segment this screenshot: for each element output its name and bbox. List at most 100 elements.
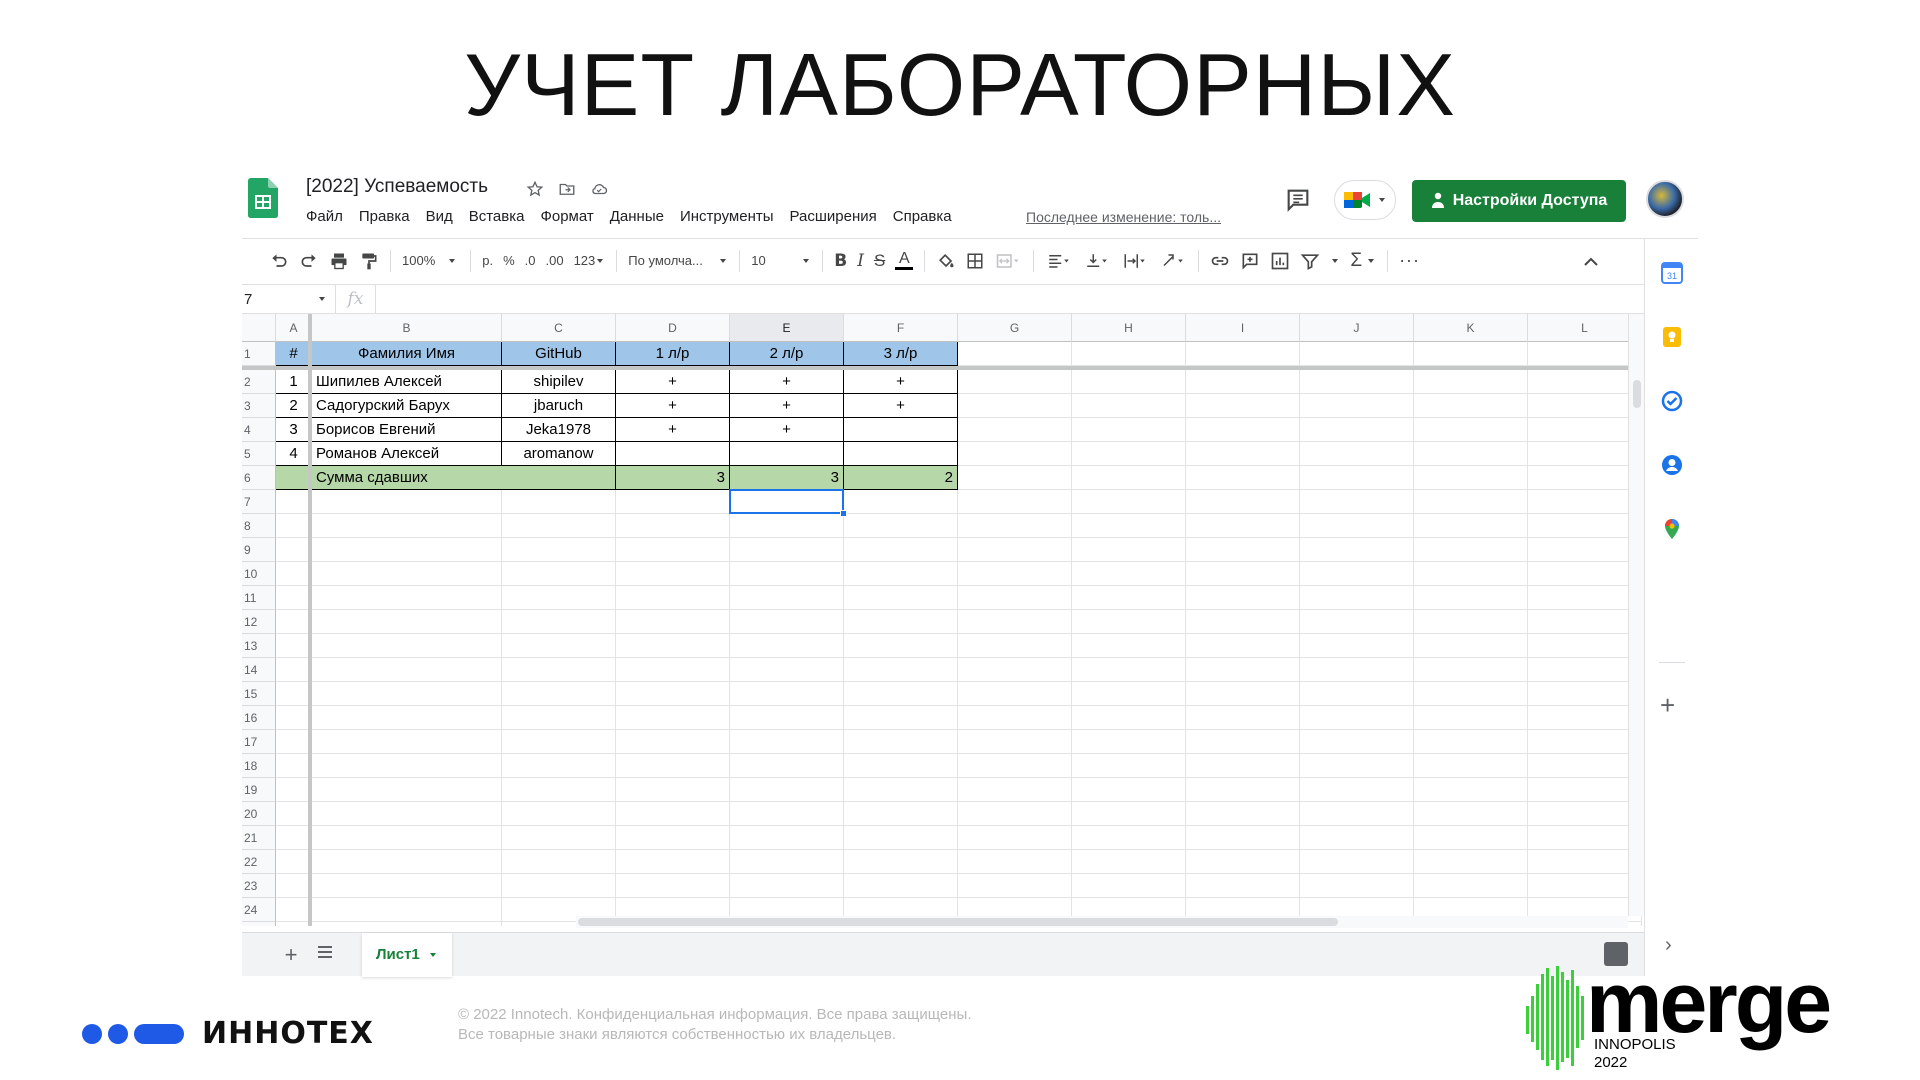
grid-cell[interactable] xyxy=(1186,610,1300,634)
grid-cell[interactable] xyxy=(1528,442,1642,466)
grid-cell[interactable] xyxy=(1072,754,1186,778)
rotate-icon[interactable] xyxy=(1154,246,1192,276)
paint-format-icon[interactable] xyxy=(354,246,384,276)
table-header-cell[interactable]: GitHub xyxy=(502,342,616,366)
grid-cell[interactable] xyxy=(730,514,844,538)
grid-cell[interactable] xyxy=(312,658,502,682)
chart-icon[interactable] xyxy=(1265,246,1295,276)
grid-cell[interactable] xyxy=(312,562,502,586)
lab-status-cell[interactable] xyxy=(844,418,958,442)
grid-cell[interactable] xyxy=(844,682,958,706)
grid-cell[interactable] xyxy=(1072,778,1186,802)
grid-cell[interactable] xyxy=(312,706,502,730)
grid-cell[interactable] xyxy=(958,610,1072,634)
grid-cell[interactable] xyxy=(1300,562,1414,586)
grid-cell[interactable] xyxy=(1528,778,1642,802)
grid-cell[interactable] xyxy=(1528,850,1642,874)
row-header-2[interactable]: 2 xyxy=(242,370,276,394)
grid-cell[interactable] xyxy=(730,586,844,610)
sheet-tab[interactable]: Лист1 xyxy=(362,932,452,977)
grid-cell[interactable] xyxy=(844,490,958,514)
grid-cell[interactable] xyxy=(276,634,312,658)
grid-cell[interactable] xyxy=(1300,778,1414,802)
table-header-cell[interactable]: 3 л/р xyxy=(844,342,958,366)
lab-status-cell[interactable]: + xyxy=(730,418,844,442)
print-icon[interactable] xyxy=(324,246,354,276)
row-header-8[interactable]: 8 xyxy=(242,514,276,538)
grid-cell[interactable] xyxy=(276,898,312,922)
grid-cell[interactable] xyxy=(1528,370,1642,394)
grid-cell[interactable] xyxy=(1414,538,1528,562)
grid-cell[interactable] xyxy=(1300,490,1414,514)
row-index-cell[interactable]: 2 xyxy=(276,394,312,418)
lab-status-cell[interactable]: + xyxy=(616,418,730,442)
row-header-19[interactable]: 19 xyxy=(242,778,276,802)
grid-cell[interactable] xyxy=(1528,874,1642,898)
grid-cell[interactable] xyxy=(730,826,844,850)
row-header-11[interactable]: 11 xyxy=(242,586,276,610)
grid-cell[interactable] xyxy=(958,754,1072,778)
grid-cell[interactable] xyxy=(1414,634,1528,658)
row-header-23[interactable]: 23 xyxy=(242,874,276,898)
grid-cell[interactable] xyxy=(502,826,616,850)
increase-decimal-button[interactable]: .00 xyxy=(541,246,569,276)
grid-cell[interactable] xyxy=(276,754,312,778)
grid-cell[interactable] xyxy=(276,682,312,706)
column-header-a[interactable]: A xyxy=(276,314,312,342)
grid-cell[interactable] xyxy=(616,730,730,754)
grid-cell[interactable] xyxy=(1072,418,1186,442)
grid-cell[interactable] xyxy=(844,658,958,682)
column-header-f[interactable]: F xyxy=(844,314,958,342)
grid-cell[interactable] xyxy=(1186,658,1300,682)
filter-views-dropdown-icon[interactable] xyxy=(1325,246,1345,276)
menu-data[interactable]: Данные xyxy=(602,208,672,225)
grid-cell[interactable] xyxy=(616,802,730,826)
github-cell[interactable]: jbaruch xyxy=(502,394,616,418)
grid-cell[interactable] xyxy=(616,538,730,562)
grid-cell[interactable] xyxy=(1414,658,1528,682)
grid-cell[interactable] xyxy=(502,538,616,562)
grid-cell[interactable] xyxy=(1186,514,1300,538)
grid-cell[interactable] xyxy=(312,490,502,514)
grid-cell[interactable] xyxy=(1414,706,1528,730)
grid-cell[interactable] xyxy=(276,658,312,682)
menu-insert[interactable]: Вставка xyxy=(461,208,533,225)
github-cell[interactable]: Jeka1978 xyxy=(502,418,616,442)
grid-cell[interactable] xyxy=(1300,418,1414,442)
horizontal-scrollbar[interactable] xyxy=(576,916,1628,928)
grid-cell[interactable] xyxy=(1072,730,1186,754)
grid-cell[interactable] xyxy=(844,874,958,898)
column-header-k[interactable]: K xyxy=(1414,314,1528,342)
menu-file[interactable]: Файл xyxy=(306,208,351,225)
grid-cell[interactable] xyxy=(958,682,1072,706)
row-header-17[interactable]: 17 xyxy=(242,730,276,754)
grid-cell[interactable] xyxy=(616,754,730,778)
grid-cell[interactable] xyxy=(616,778,730,802)
grid-cell[interactable] xyxy=(730,634,844,658)
grid-cell[interactable] xyxy=(1414,586,1528,610)
grid-cell[interactable] xyxy=(276,826,312,850)
grid-cell[interactable] xyxy=(312,802,502,826)
merge-icon[interactable] xyxy=(989,246,1027,276)
grid-cell[interactable] xyxy=(1072,342,1186,366)
grid-cell[interactable] xyxy=(1072,826,1186,850)
row-header-10[interactable]: 10 xyxy=(242,562,276,586)
grid-cell[interactable] xyxy=(276,562,312,586)
lab-status-cell[interactable] xyxy=(730,442,844,466)
vertical-scrollbar[interactable] xyxy=(1628,314,1644,916)
row-index-cell[interactable]: 3 xyxy=(276,418,312,442)
grid-cell[interactable] xyxy=(1072,802,1186,826)
grid-cell[interactable] xyxy=(276,802,312,826)
grid-cell[interactable] xyxy=(730,658,844,682)
student-name-cell[interactable]: Романов Алексей xyxy=(312,442,502,466)
link-icon[interactable] xyxy=(1205,246,1235,276)
grid-cell[interactable] xyxy=(1528,394,1642,418)
grid-cell[interactable] xyxy=(1186,778,1300,802)
grid-cell[interactable] xyxy=(616,610,730,634)
grid-cell[interactable] xyxy=(1300,370,1414,394)
grid-cell[interactable] xyxy=(958,778,1072,802)
grid-cell[interactable] xyxy=(312,778,502,802)
grid-cell[interactable] xyxy=(1072,706,1186,730)
grid-cell[interactable] xyxy=(1300,826,1414,850)
grid-cell[interactable] xyxy=(1072,610,1186,634)
